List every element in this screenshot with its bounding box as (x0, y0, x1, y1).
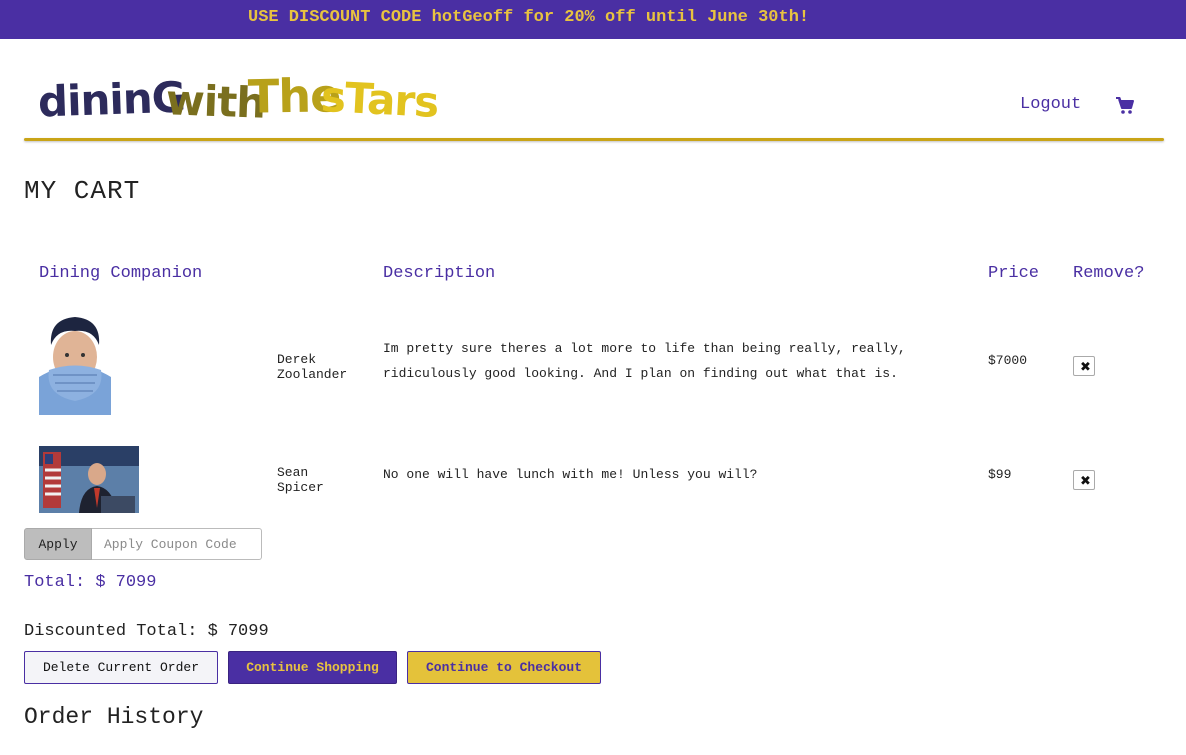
column-header-description: Description (383, 264, 496, 283)
page-title: MY CART (24, 176, 141, 206)
continue-shopping-button[interactable]: Continue Shopping (228, 651, 397, 684)
companion-photo (39, 446, 139, 513)
site-header: dininG with The sTars Logout (24, 39, 1164, 143)
companion-description: Im pretty sure theres a lot more to life… (383, 341, 906, 381)
remove-item-button[interactable]: ✖ (1073, 356, 1095, 376)
apply-coupon-button[interactable]: Apply (24, 528, 92, 560)
close-icon: ✖ (1080, 360, 1091, 375)
promo-banner: USE DISCOUNT CODE hotGeoff for 20% off u… (0, 0, 1186, 39)
checkout-button[interactable]: Continue to Checkout (407, 651, 601, 684)
logo-word: dininG (37, 72, 186, 127)
order-history-title: Order History (24, 704, 204, 730)
column-header-price: Price (988, 264, 1040, 283)
companion-description: No one will have lunch with me! Unless y… (383, 467, 758, 482)
discounted-total-value: 7099 (227, 622, 269, 641)
delete-order-button[interactable]: Delete Current Order (24, 651, 218, 684)
remove-item-button[interactable]: ✖ (1073, 470, 1095, 490)
column-header-companion: Dining Companion (39, 264, 203, 283)
logo-word: sTars (319, 71, 440, 128)
cart-total: Total: $ 7099 (24, 573, 156, 592)
item-price: $7000 (988, 353, 1028, 368)
close-icon: ✖ (1080, 474, 1091, 489)
companion-photo (39, 315, 111, 415)
coupon-code-input[interactable] (92, 528, 262, 560)
column-header-remove: Remove? (1073, 264, 1145, 283)
companion-name: Derek Zoolander (277, 352, 348, 382)
total-value: 7099 (115, 573, 157, 592)
companion-name: Sean Spicer (277, 465, 324, 495)
shopping-cart-icon[interactable] (1116, 97, 1134, 115)
logout-link[interactable]: Logout (1020, 95, 1081, 114)
header-divider (24, 138, 1164, 141)
total-label: Total: $ (24, 573, 106, 592)
promo-banner-text: USE DISCOUNT CODE hotGeoff for 20% off u… (248, 8, 810, 27)
item-price: $99 (988, 467, 1012, 482)
discounted-total-label: Discounted Total: $ (24, 622, 218, 641)
discounted-total: Discounted Total: $ 7099 (24, 622, 269, 641)
